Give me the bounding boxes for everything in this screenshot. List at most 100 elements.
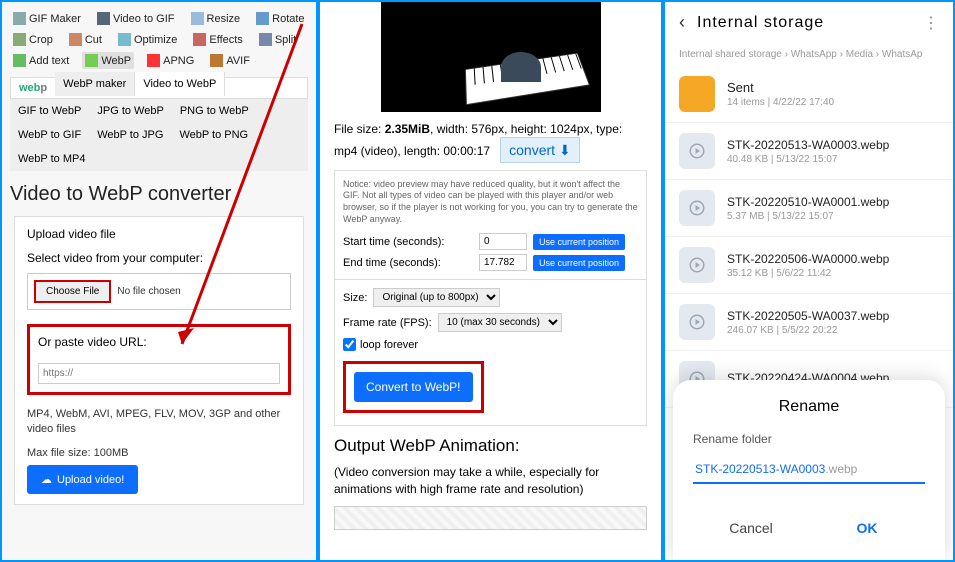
tool-video-to-gif[interactable]: Video to GIF xyxy=(94,10,178,27)
nav-tab[interactable]: WebP maker xyxy=(55,72,135,96)
tool-icon xyxy=(210,54,223,67)
storage-title: Internal storage xyxy=(697,14,911,32)
folder-icon xyxy=(679,76,715,112)
tool-icon xyxy=(13,54,26,67)
tool-cut[interactable]: Cut xyxy=(66,31,105,48)
breadcrumb[interactable]: Internal shared storage › WhatsApp › Med… xyxy=(665,43,953,66)
formats-note: MP4, WebM, AVI, MPEG, FLV, MOV, 3GP and … xyxy=(27,407,291,438)
conv-tab[interactable]: GIF to WebP xyxy=(10,99,89,123)
output-placeholder xyxy=(334,506,647,530)
dialog-title: Rename xyxy=(693,398,925,416)
upload-box: Upload video file Select video from your… xyxy=(14,216,304,505)
rename-input[interactable]: STK-20220513-WA0003.webp xyxy=(693,456,925,484)
toolbar: GIF Maker Video to GIF Resize Rotate Crop Cut… xyxy=(10,10,308,69)
start-time-input[interactable] xyxy=(479,233,527,250)
tool-icon xyxy=(147,54,160,67)
tool-apng[interactable]: APNG xyxy=(144,52,197,69)
ok-button[interactable]: OK xyxy=(809,510,925,546)
convert-highlight: Convert to WebP! xyxy=(343,361,484,413)
tool-icon xyxy=(191,12,204,25)
conv-tab[interactable]: WebP to JPG xyxy=(89,123,171,147)
webp-file-icon xyxy=(679,247,715,283)
select-label: Select video from your computer: xyxy=(27,251,291,265)
file-item[interactable]: STK-20220513-WA0003.webp40.48 KB | 5/13/… xyxy=(665,123,953,180)
loop-checkbox[interactable] xyxy=(343,338,356,351)
tool-webp[interactable]: WebP xyxy=(82,52,134,69)
notice-text: Notice: video preview may have reduced q… xyxy=(343,179,638,226)
tool-effects[interactable]: Effects xyxy=(190,31,245,48)
size-label: Size: xyxy=(343,292,367,304)
webp-file-icon xyxy=(679,304,715,340)
download-icon: ⬇ xyxy=(559,142,571,158)
end-time-label: End time (seconds): xyxy=(343,257,473,269)
conv-tab[interactable]: PNG to WebP xyxy=(172,99,257,123)
file-picker-row: Choose File No file chosen xyxy=(27,273,291,310)
tool-rotate[interactable]: Rotate xyxy=(253,10,307,27)
tool-icon xyxy=(97,12,110,25)
tool-icon xyxy=(118,33,131,46)
size-select[interactable]: Original (up to 800px) xyxy=(373,288,500,307)
file-item[interactable]: STK-20220506-WA0000.webp35.12 KB | 5/6/2… xyxy=(665,237,953,294)
tool-avif[interactable]: AVIF xyxy=(207,52,253,69)
video-preview[interactable] xyxy=(381,2,601,112)
no-file-text: No file chosen xyxy=(117,286,180,297)
cloud-upload-icon: ☁ xyxy=(41,473,52,486)
tool-icon xyxy=(85,54,98,67)
use-position-end-button[interactable]: Use current position xyxy=(533,255,625,271)
options-box: Notice: video preview may have reduced q… xyxy=(334,170,647,427)
tool-optimize[interactable]: Optimize xyxy=(115,31,180,48)
fps-select[interactable]: 10 (max 30 seconds) xyxy=(438,313,562,332)
fps-label: Frame rate (FPS): xyxy=(343,317,432,329)
webp-logo: webp xyxy=(11,78,55,98)
tool-icon xyxy=(256,12,269,25)
conv-tab[interactable]: WebP to PNG xyxy=(171,123,256,147)
start-time-label: Start time (seconds): xyxy=(343,236,473,248)
nav-tab[interactable]: Video to WebP xyxy=(135,72,225,96)
conv-tab[interactable]: WebP to GIF xyxy=(10,123,89,147)
conv-tab[interactable]: JPG to WebP xyxy=(89,99,171,123)
use-position-start-button[interactable]: Use current position xyxy=(533,234,625,250)
tool-add-text[interactable]: Add text xyxy=(10,52,72,69)
file-item[interactable]: STK-20220505-WA0037.webp246.07 KB | 5/5/… xyxy=(665,294,953,351)
conversion-tabs: GIF to WebPJPG to WebPPNG to WebPWebP to… xyxy=(10,99,308,171)
conv-tab[interactable]: WebP to MP4 xyxy=(10,147,93,171)
back-icon[interactable]: ‹ xyxy=(679,12,685,33)
ezgif-panel: GIF Maker Video to GIF Resize Rotate Crop Cut… xyxy=(2,2,320,560)
file-item[interactable]: STK-20220510-WA0001.webp5.37 MB | 5/13/2… xyxy=(665,180,953,237)
output-heading: Output WebP Animation: xyxy=(334,436,647,456)
file-list: Sent14 items | 4/22/22 17:40STK-20220513… xyxy=(665,66,953,408)
webp-nav: webp WebP makerVideo to WebP xyxy=(10,77,308,99)
end-time-input[interactable] xyxy=(479,254,527,271)
url-label: Or paste video URL: xyxy=(38,335,280,349)
mobile-header: ‹ Internal storage ⋮ xyxy=(665,2,953,43)
cancel-button[interactable]: Cancel xyxy=(693,510,809,546)
loop-label: loop forever xyxy=(360,339,418,351)
upload-button[interactable]: ☁ Upload video! xyxy=(27,465,138,494)
tool-resize[interactable]: Resize xyxy=(188,10,244,27)
tool-icon xyxy=(69,33,82,46)
more-icon[interactable]: ⋮ xyxy=(923,13,939,33)
folder-item[interactable]: Sent14 items | 4/22/22 17:40 xyxy=(665,66,953,123)
tool-crop[interactable]: Crop xyxy=(10,31,56,48)
tool-icon xyxy=(13,33,26,46)
convert-button[interactable]: Convert to WebP! xyxy=(354,372,473,402)
mobile-file-browser: ‹ Internal storage ⋮ Internal shared sto… xyxy=(665,2,953,560)
tool-gif-maker[interactable]: GIF Maker xyxy=(10,10,84,27)
url-input[interactable] xyxy=(38,363,280,384)
webp-file-icon xyxy=(679,133,715,169)
tool-icon xyxy=(13,12,26,25)
page-title: Video to WebP converter xyxy=(10,183,308,206)
output-note: (Video conversion may take a while, espe… xyxy=(334,464,647,498)
tool-icon xyxy=(193,33,206,46)
dialog-label: Rename folder xyxy=(693,432,925,446)
choose-file-button[interactable]: Choose File xyxy=(34,280,111,303)
tool-split[interactable]: Split xyxy=(256,31,299,48)
upload-label: Upload video file xyxy=(27,227,291,241)
converter-panel: File size: 2.35MiB, width: 576px, height… xyxy=(320,2,665,560)
tool-icon xyxy=(259,33,272,46)
max-size-note: Max file size: 100MB xyxy=(27,446,291,461)
webp-file-icon xyxy=(679,190,715,226)
url-section: Or paste video URL: xyxy=(27,324,291,395)
rename-dialog: Rename Rename folder STK-20220513-WA0003… xyxy=(673,380,945,560)
convert-link[interactable]: convert ⬇ xyxy=(500,137,580,163)
